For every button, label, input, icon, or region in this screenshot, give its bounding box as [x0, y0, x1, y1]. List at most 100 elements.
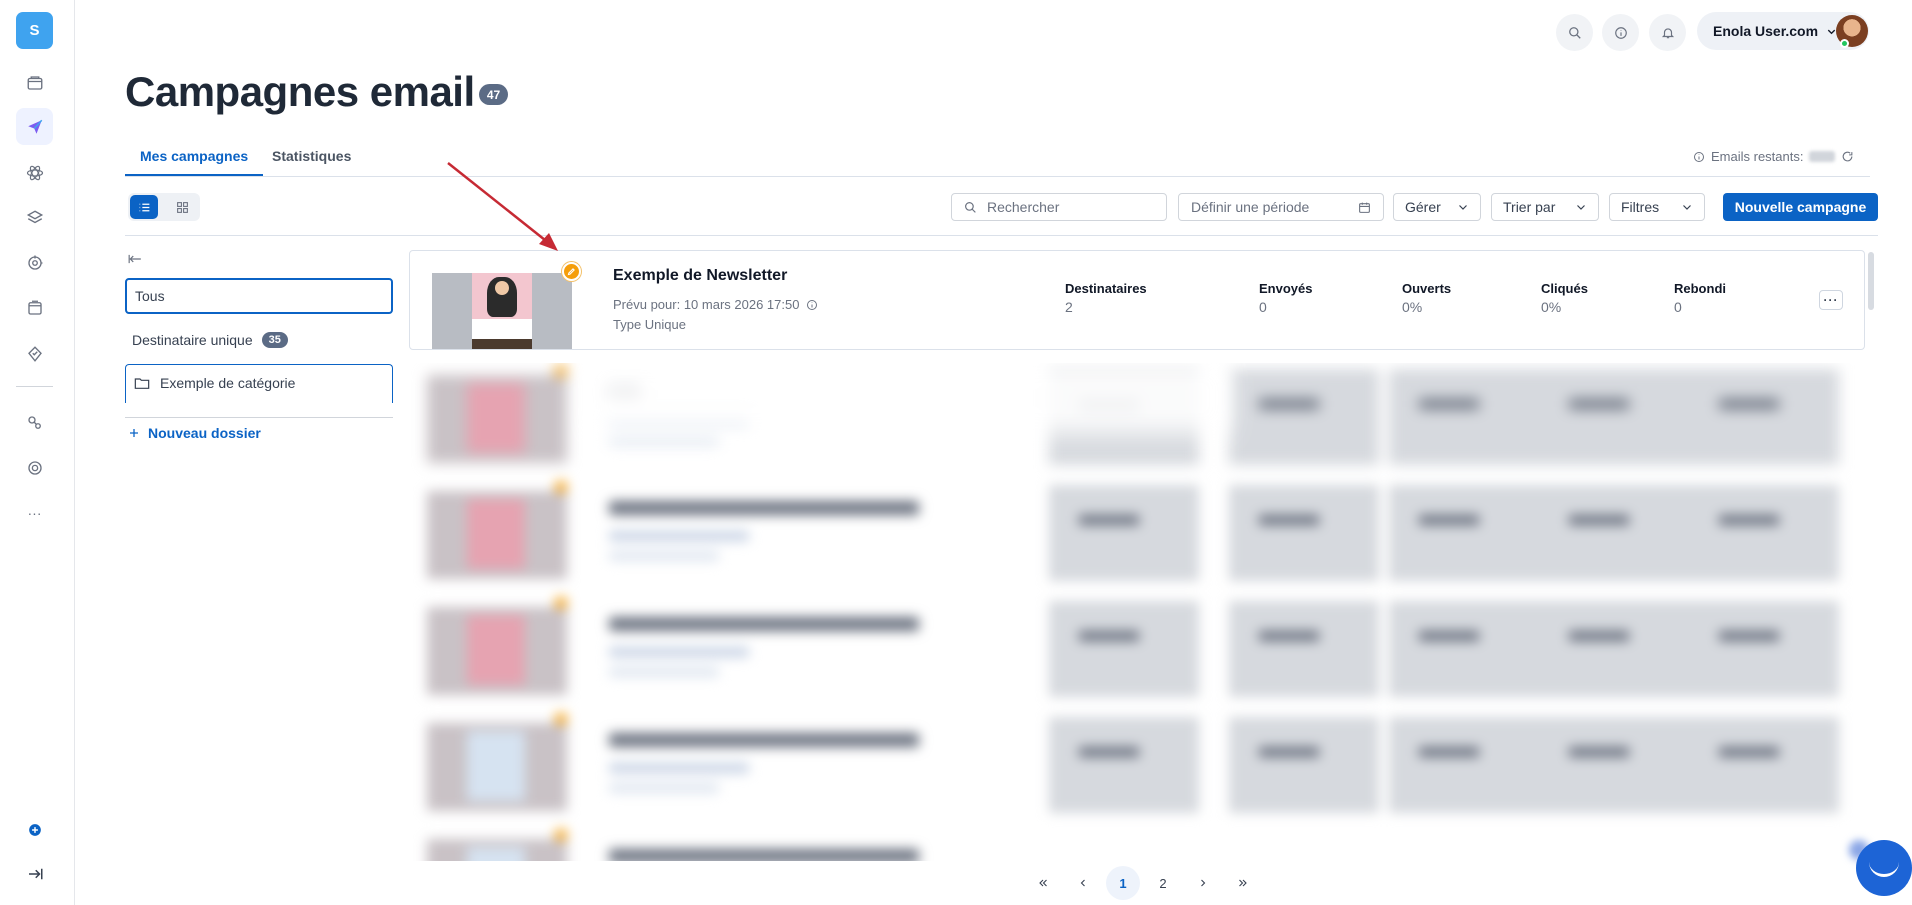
window-icon[interactable] — [16, 289, 53, 326]
new-folder-label: Nouveau dossier — [148, 425, 261, 441]
layers-icon[interactable] — [16, 199, 53, 236]
edit-pencil-icon[interactable] — [562, 262, 581, 281]
manage-label: Gérer — [1405, 199, 1441, 215]
filters-dropdown[interactable]: Filtres — [1609, 193, 1705, 221]
blurred-campaign-row — [409, 595, 1865, 703]
blurred-campaign-list — [409, 363, 1865, 861]
atom-icon[interactable] — [16, 154, 53, 191]
filters-label: Filtres — [1621, 199, 1660, 215]
bell-icon[interactable] — [1649, 14, 1686, 51]
period-placeholder: Définir une période — [1191, 199, 1310, 215]
stat-label: Envoyés — [1259, 281, 1313, 296]
info-icon[interactable] — [806, 299, 818, 311]
stat-value: 0% — [1541, 299, 1562, 315]
stat-recipients: Destinataires 2 — [1065, 281, 1147, 315]
stat-label: Destinataires — [1065, 281, 1147, 296]
left-rail: S ··· — [0, 0, 75, 905]
folder-icon[interactable] — [16, 64, 53, 101]
sort-label: Trier par — [1503, 199, 1556, 215]
support-icon[interactable] — [16, 449, 53, 486]
campaign-name[interactable]: Exemple de Newsletter — [613, 267, 787, 285]
target-icon[interactable] — [16, 244, 53, 281]
grid-view-icon[interactable] — [168, 195, 196, 219]
stat-value: 0% — [1402, 299, 1423, 315]
campaign-schedule: Prévu pour: 10 mars 2026 17:50 — [613, 297, 818, 312]
period-picker[interactable]: Définir une période — [1178, 193, 1384, 221]
next-page-icon[interactable] — [1186, 866, 1220, 900]
folder-count-badge: 35 — [261, 332, 288, 348]
stat-value: 2 — [1065, 299, 1073, 315]
campaign-thumbnail[interactable] — [432, 273, 572, 349]
folder-divider — [125, 417, 393, 418]
list-view-icon[interactable] — [130, 195, 158, 219]
app-root: S ··· Enola User.com Campagnes email 47 … — [0, 0, 1912, 905]
campaign-card[interactable]: Exemple de Newsletter Prévu pour: 10 mar… — [409, 250, 1865, 350]
calendar-icon — [1359, 202, 1370, 213]
emails-remaining-label: Emails restants: — [1711, 149, 1804, 164]
blurred-campaign-row — [409, 479, 1865, 587]
manage-dropdown[interactable]: Gérer — [1393, 193, 1481, 221]
badge-icon[interactable] — [16, 335, 53, 372]
user-name: Enola User.com — [1713, 23, 1819, 39]
folder-all[interactable]: Tous — [125, 278, 393, 314]
folder-border-tick — [125, 400, 126, 403]
folder-border-tick — [392, 400, 393, 403]
integrations-icon[interactable] — [16, 404, 53, 441]
page-button-current[interactable]: 1 — [1106, 866, 1140, 900]
search-input[interactable] — [987, 199, 1137, 215]
stat-bounced: Rebondi 0 — [1674, 281, 1726, 315]
new-campaign-button[interactable]: Nouvelle campagne — [1723, 193, 1878, 221]
chevron-down-icon — [1683, 205, 1691, 210]
campaign-count-badge: 47 — [479, 84, 508, 105]
send-icon[interactable] — [16, 108, 53, 145]
stat-label: Cliqués — [1541, 281, 1588, 296]
list-scrollbar[interactable] — [1868, 252, 1874, 310]
new-folder-button[interactable]: Nouveau dossier — [128, 425, 261, 441]
add-circle-icon[interactable] — [16, 811, 53, 848]
page-button[interactable]: 2 — [1146, 866, 1180, 900]
tab-my-campaigns[interactable]: Mes campagnes — [125, 148, 264, 176]
more-icon[interactable]: ··· — [16, 494, 53, 531]
search-icon — [965, 201, 976, 213]
tab-statistics[interactable]: Statistiques — [257, 148, 366, 176]
rail-divider — [16, 386, 53, 387]
info-icon[interactable] — [1602, 14, 1639, 51]
last-page-icon[interactable] — [1226, 866, 1260, 900]
sort-dropdown[interactable]: Trier par — [1491, 193, 1599, 221]
collapse-folders-icon[interactable] — [128, 252, 142, 268]
search-field[interactable] — [951, 193, 1167, 221]
chat-launcher-icon[interactable] — [1856, 840, 1912, 896]
emails-remaining-value-blurred — [1809, 151, 1836, 162]
campaign-more-button[interactable]: ··· — [1819, 290, 1843, 310]
folder-example-category[interactable]: Exemple de catégorie — [125, 364, 393, 400]
first-page-icon[interactable] — [1026, 866, 1060, 900]
stat-sent: Envoyés 0 — [1259, 281, 1312, 315]
stat-opened: Ouverts 0% — [1402, 281, 1451, 315]
blurred-campaign-row — [409, 827, 1865, 861]
folder-all-label: Tous — [135, 288, 165, 304]
search-icon[interactable] — [1556, 14, 1593, 51]
workspace-logo[interactable]: S — [16, 12, 53, 49]
page-title: Campagnes email — [125, 68, 475, 115]
toolbar-divider — [125, 235, 1878, 236]
info-icon — [1694, 151, 1704, 162]
folder-single-label: Destinataire unique — [132, 332, 253, 348]
campaign-type: Type Unique — [613, 317, 686, 332]
stat-value: 0 — [1259, 299, 1267, 315]
stat-value: 0 — [1674, 299, 1682, 315]
logout-icon[interactable] — [16, 855, 53, 892]
prev-page-icon[interactable] — [1066, 866, 1100, 900]
folder-single-recipient[interactable]: Destinataire unique 35 — [125, 322, 393, 358]
stat-clicked: Cliqués 0% — [1541, 281, 1588, 315]
stat-label: Rebondi — [1674, 281, 1726, 296]
refresh-icon[interactable] — [1841, 150, 1854, 163]
campaign-schedule-text: Prévu pour: 10 mars 2026 17:50 — [613, 297, 800, 312]
chevron-down-icon — [1459, 205, 1467, 210]
chevron-down-icon — [1577, 205, 1585, 210]
stat-label: Ouverts — [1402, 281, 1452, 296]
folder-icon — [134, 377, 150, 389]
blurred-campaign-row — [409, 711, 1865, 819]
emails-remaining: Emails restants: — [1693, 149, 1854, 164]
tabs-divider — [125, 176, 1870, 177]
plus-icon — [130, 429, 138, 437]
